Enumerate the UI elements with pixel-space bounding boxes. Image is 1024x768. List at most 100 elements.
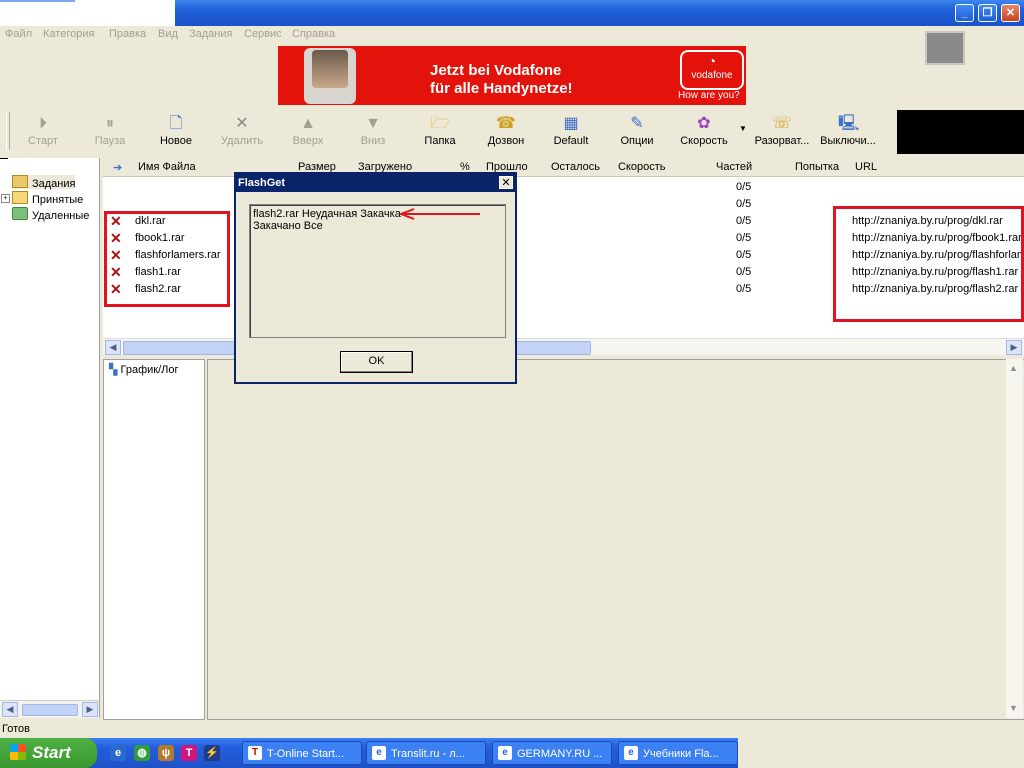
tree-item-deleted[interactable]: Удаленные	[12, 207, 90, 222]
menu-category[interactable]: Категория	[43, 28, 94, 40]
phone-image	[304, 48, 356, 104]
scroll-thumb[interactable]	[22, 704, 78, 716]
scroll-up-icon[interactable]: ▲	[1009, 363, 1018, 373]
down-label: Вниз	[360, 135, 386, 147]
t-online-icon[interactable]: T	[181, 745, 197, 761]
menu-tasks[interactable]: Задания	[189, 28, 232, 40]
menu-edit[interactable]: Правка	[109, 28, 146, 40]
col-parts[interactable]: Частей	[716, 161, 752, 173]
close-button[interactable]: ✕	[1001, 4, 1020, 22]
up-arrow-icon: ▲	[300, 115, 316, 132]
menu-view[interactable]: Вид	[158, 28, 178, 40]
folder-tasks-icon	[12, 175, 28, 188]
task-t-online[interactable]: T T-Online Start...	[242, 741, 362, 765]
task-label: Учебники Fla...	[643, 748, 719, 760]
ad-banner[interactable]: Jetzt bei Vodafone für alle Handynetze! …	[278, 46, 746, 105]
row-parts: 0/5	[736, 198, 752, 210]
shutdown-button[interactable]: 🖳 Выключи...	[816, 110, 880, 154]
shutdown-label: Выключи...	[820, 135, 876, 147]
status-text: Готов	[2, 723, 30, 735]
pause-label: Пауза	[94, 135, 126, 147]
phone-icon: ☎	[496, 115, 516, 132]
disconnect-button[interactable]: ☏ Разорват...	[750, 110, 814, 154]
scroll-left-icon[interactable]: ◀	[2, 702, 18, 717]
tree-item-tasks-label: Задания	[32, 178, 76, 190]
folder-label: Папка	[424, 135, 456, 147]
speed-button[interactable]: ✿ Скорость	[672, 110, 736, 154]
col-attempt[interactable]: Попытка	[795, 161, 839, 173]
expand-icon[interactable]: +	[1, 194, 10, 203]
menu-file[interactable]: Файл	[5, 28, 32, 40]
col-filename[interactable]: Имя Файла	[138, 161, 196, 173]
options-icon: ✎	[630, 115, 644, 132]
windows-logo-icon	[10, 744, 26, 760]
default-button[interactable]: ▦ Default	[539, 110, 603, 154]
red-arrow-icon	[398, 208, 480, 220]
default-icon: ▦	[563, 115, 579, 132]
banner-line2: für alle Handynetze!	[430, 80, 573, 97]
row-parts: 0/5	[736, 215, 752, 227]
task-textbooks[interactable]: e Учебники Fla...	[618, 741, 738, 765]
speed-icon: ✿	[697, 115, 711, 132]
start-button[interactable]: Start	[0, 738, 97, 768]
speed-dropdown-icon[interactable]: ▼	[739, 124, 747, 133]
banner-line1: Jetzt bei Vodafone	[430, 62, 562, 79]
tree-item-deleted-label: Удаленные	[32, 210, 90, 222]
options-button[interactable]: ✎ Опции	[605, 110, 669, 154]
ie-icon[interactable]: e	[110, 745, 126, 761]
col-url[interactable]: URL	[855, 161, 877, 173]
scroll-right-icon[interactable]: ▶	[1006, 340, 1022, 355]
log-tab[interactable]: ▚ График/Лог	[109, 363, 179, 376]
person-image	[312, 50, 348, 88]
up-button[interactable]: ▲ Вверх	[276, 110, 340, 154]
activity-indicator	[925, 31, 965, 65]
menu-help[interactable]: Справка	[292, 28, 335, 40]
app-icon[interactable]: ψ	[158, 745, 174, 761]
message-dialog: FlashGet ✕ flash2.rar Неудачная Закачка …	[234, 172, 517, 384]
dialog-titlebar: FlashGet	[236, 174, 515, 192]
globe-icon[interactable]: ◍	[134, 745, 150, 761]
tree-item-tasks[interactable]: Задания	[12, 175, 76, 190]
col-remaining[interactable]: Осталось	[551, 161, 600, 173]
start-button[interactable]: ⏵ Старт	[11, 110, 75, 154]
options-label: Опции	[620, 135, 654, 147]
delete-label: Удалить	[221, 135, 263, 147]
dial-button[interactable]: ☎ Дозвон	[474, 110, 538, 154]
shutdown-icon: 🖳	[838, 115, 860, 132]
dialog-close-button[interactable]: ✕	[499, 176, 513, 189]
row-parts: 0/5	[736, 283, 752, 295]
graph-icon: ▚	[109, 364, 118, 376]
folder-button[interactable]: 🗁 Папка	[408, 110, 472, 154]
task-germany[interactable]: e GERMANY.RU ...	[492, 741, 612, 765]
scroll-down-icon[interactable]: ▼	[1009, 703, 1018, 713]
tree-item-received[interactable]: Принятые	[12, 191, 83, 206]
scroll-left-icon[interactable]: ◀	[105, 340, 121, 355]
down-button[interactable]: ▼ Вниз	[341, 110, 405, 154]
sidebar-scrollbar[interactable]: ◀ ▶	[0, 700, 99, 718]
pause-button[interactable]: ⏸ Пауза	[78, 110, 142, 154]
log-vscrollbar[interactable]: ▲ ▼	[1006, 359, 1023, 718]
taskbar: Start e ◍ ψ T ⚡ T T-Online Start... e Tran…	[0, 738, 738, 768]
ok-button[interactable]: OK	[340, 351, 413, 373]
folder-icon: 🗁	[430, 115, 450, 132]
log-tab-label: График/Лог	[120, 364, 179, 376]
delete-button[interactable]: ✕ Удалить	[210, 110, 274, 154]
task-translit[interactable]: e Translit.ru - л...	[366, 741, 486, 765]
start-label: Start	[32, 743, 71, 762]
new-button[interactable]: 🗋 Новое	[144, 110, 208, 154]
dialog-line2: Закачано Все	[253, 220, 323, 232]
pause-icon: ⏸	[105, 115, 114, 132]
network-icon[interactable]: ⚡	[204, 745, 220, 761]
down-arrow-icon: ▼	[365, 115, 381, 132]
title-bar-blank	[0, 0, 175, 26]
speed-label: Скорость	[680, 135, 728, 147]
folder-icon	[12, 191, 28, 204]
log-tab-panel: ▚ График/Лог	[103, 359, 205, 720]
col-speed[interactable]: Скорость	[618, 161, 666, 173]
restore-button[interactable]: ❐	[978, 4, 997, 22]
minimize-button[interactable]: _	[955, 4, 974, 22]
menu-service[interactable]: Сервис	[244, 28, 282, 40]
scroll-right-icon[interactable]: ▶	[82, 702, 98, 717]
browser-icon: e	[498, 746, 512, 760]
vodafone-logo: ◔ vodafone	[680, 50, 744, 90]
